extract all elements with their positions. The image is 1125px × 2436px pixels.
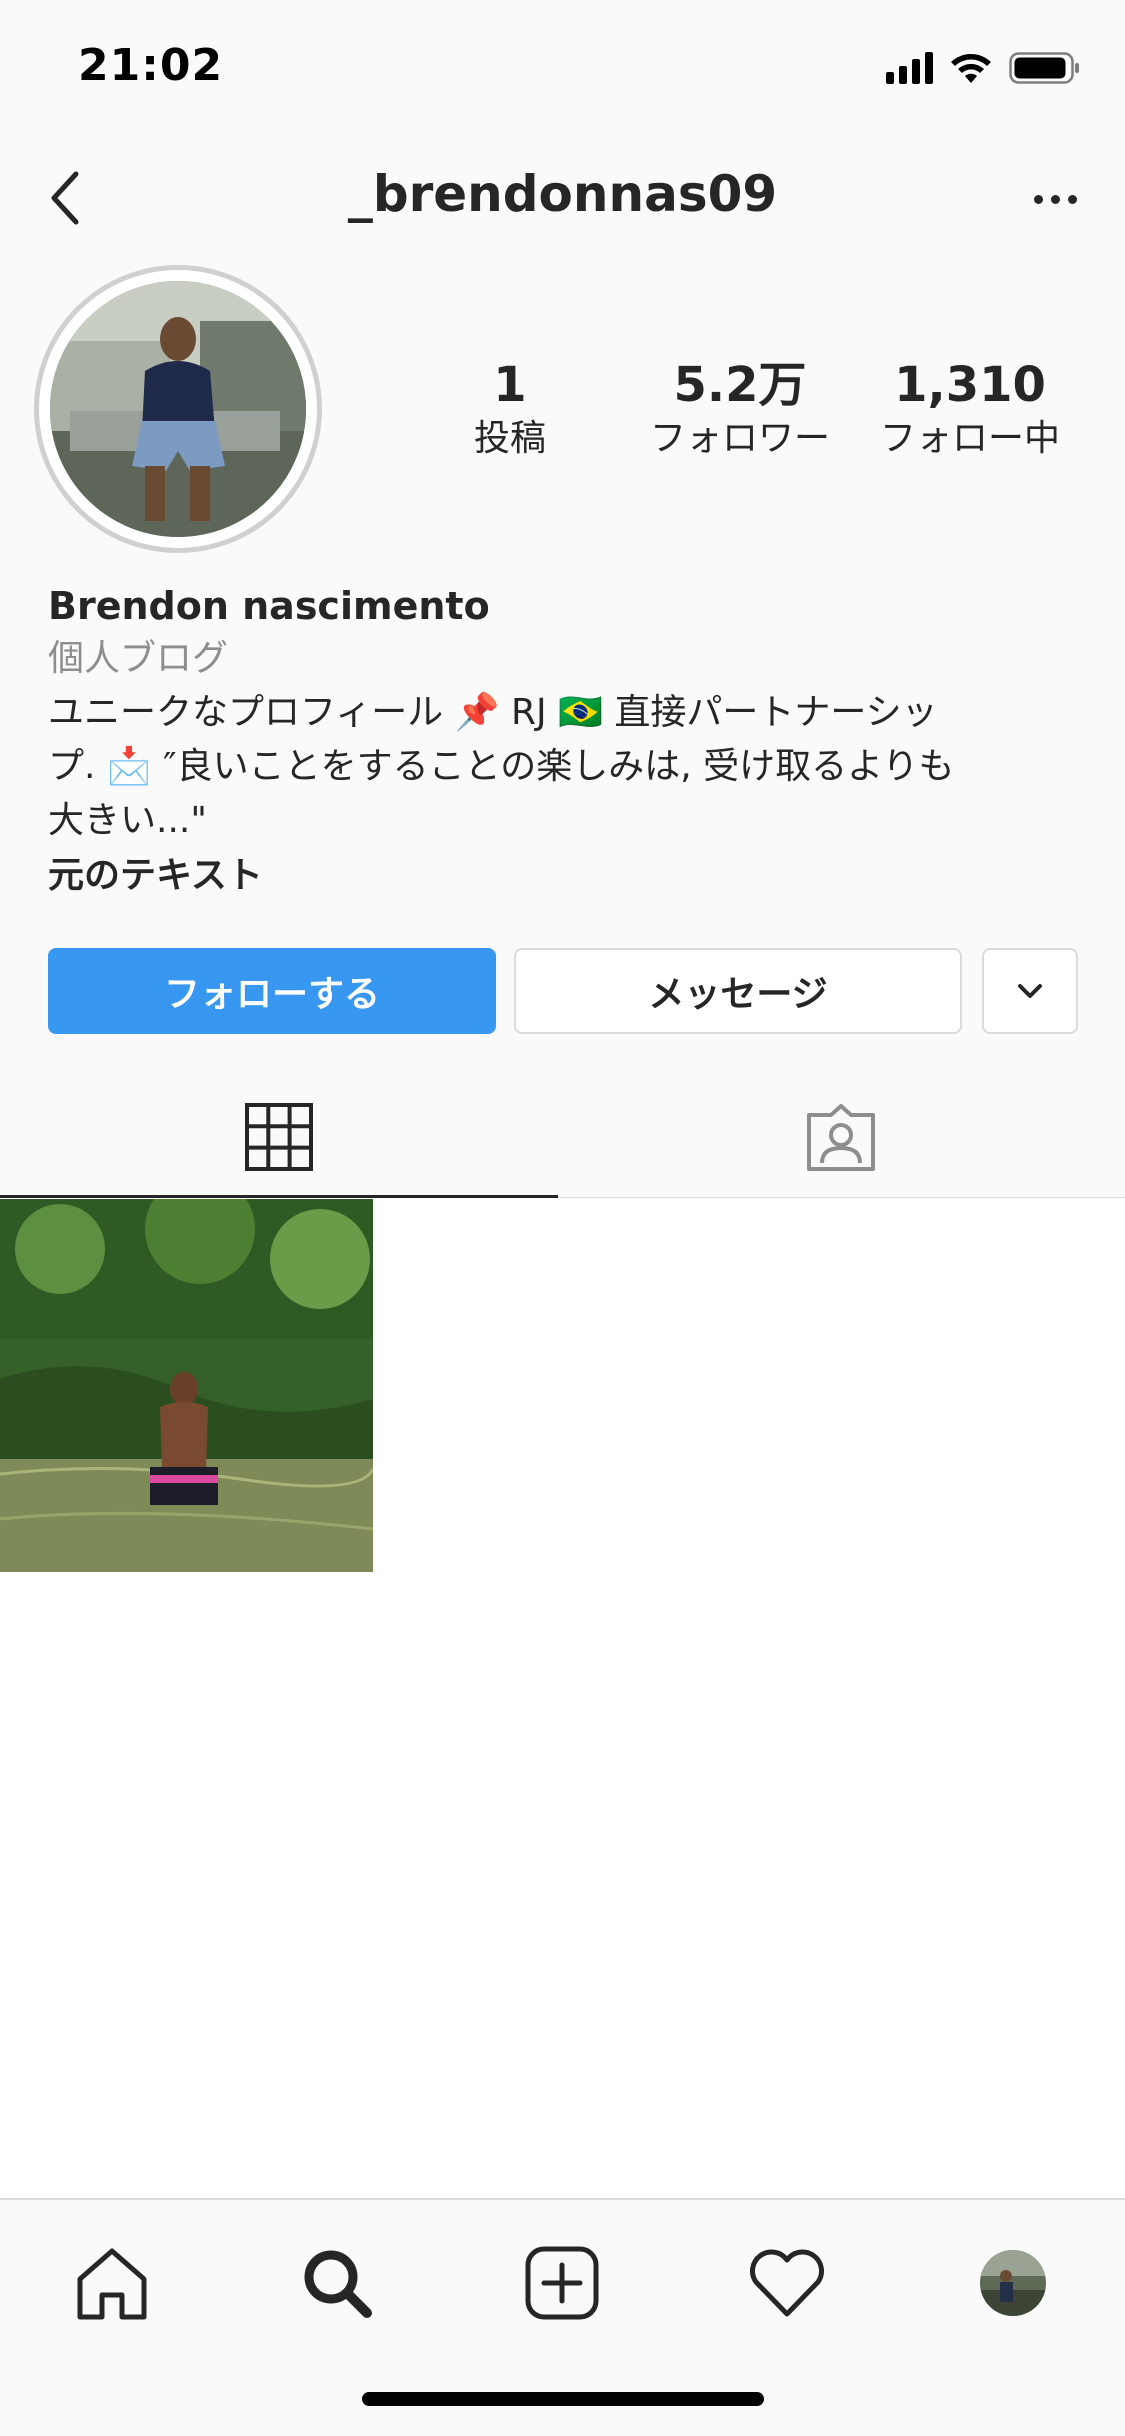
profile-header: _brendonnas09: [0, 135, 1125, 260]
avatar-photo: [50, 281, 306, 537]
nav-search[interactable]: [282, 2228, 392, 2338]
add-post-icon: [525, 2246, 599, 2320]
stat-posts-label: 投稿: [473, 418, 546, 459]
battery-icon: [1009, 52, 1079, 84]
message-button[interactable]: メッセージ: [514, 948, 962, 1034]
search-icon: [304, 2250, 372, 2318]
wifi-icon: [951, 54, 991, 83]
suggested-dropdown-button[interactable]: [982, 948, 1078, 1034]
nav-add-post[interactable]: [507, 2228, 617, 2338]
home-icon: [77, 2248, 147, 2320]
profile-bio: Brendon nascimento 個人ブログ ユニークなプロフィール 📌 R…: [48, 580, 1078, 904]
follow-button[interactable]: フォローする: [48, 948, 496, 1034]
stat-followers-label: フォロワー: [649, 418, 830, 459]
signal-icon: [886, 52, 933, 84]
more-horizontal-icon: [1033, 194, 1043, 204]
stat-posts-value: 1: [493, 357, 527, 413]
bio-text-line-2: プ. 📩 ″良いことをすることの楽しみは, 受け取るよりも: [48, 746, 955, 787]
profile-actions: フォローする メッセージ: [48, 948, 1078, 1036]
posts-grid: [0, 1199, 1125, 2199]
nav-activity[interactable]: [732, 2228, 842, 2338]
nav-home[interactable]: [57, 2228, 167, 2338]
grid-icon: [245, 1102, 313, 1171]
bio-display-name: Brendon nascimento: [48, 584, 490, 628]
tab-tagged[interactable]: [562, 1078, 1120, 1198]
tagged-person-icon: [807, 1104, 875, 1171]
profile-avatar[interactable]: [34, 265, 322, 553]
tab-grid[interactable]: [0, 1078, 558, 1198]
profile-avatar-icon: [980, 2250, 1046, 2316]
bio-text-line-3: 大きい...": [48, 800, 207, 841]
stat-followers-value: 5.2万: [673, 357, 807, 413]
profile-tabs: [0, 1078, 1125, 1198]
stat-following[interactable]: 1,310 フォロー中: [860, 355, 1080, 463]
more-options-button[interactable]: [1015, 169, 1095, 229]
activity-heart-icon: [750, 2249, 824, 2317]
profile-stats: 1 投稿 5.2万 フォロワー 1,310 フォロー中: [400, 355, 1080, 463]
stat-following-label: フォロー中: [879, 418, 1060, 459]
status-time: 21:02: [78, 40, 224, 91]
bio-text-line-1: ユニークなプロフィール 📌 RJ 🇧🇷 直接パートナーシッ: [48, 692, 938, 733]
see-original-link[interactable]: 元のテキスト: [48, 848, 1078, 904]
post-thumbnail[interactable]: [0, 1199, 373, 1572]
stat-following-value: 1,310: [894, 357, 1046, 413]
stat-followers[interactable]: 5.2万 フォロワー: [630, 355, 850, 463]
status-bar: 21:02: [0, 0, 1125, 135]
status-icons: [886, 48, 1081, 88]
stat-posts[interactable]: 1 投稿: [400, 355, 620, 463]
bio-category: 個人ブログ: [48, 638, 229, 679]
profile-username: _brendonnas09: [347, 165, 778, 223]
nav-profile[interactable]: [958, 2228, 1068, 2338]
home-indicator[interactable]: [362, 2392, 764, 2406]
chevron-down-icon: [1018, 984, 1042, 998]
